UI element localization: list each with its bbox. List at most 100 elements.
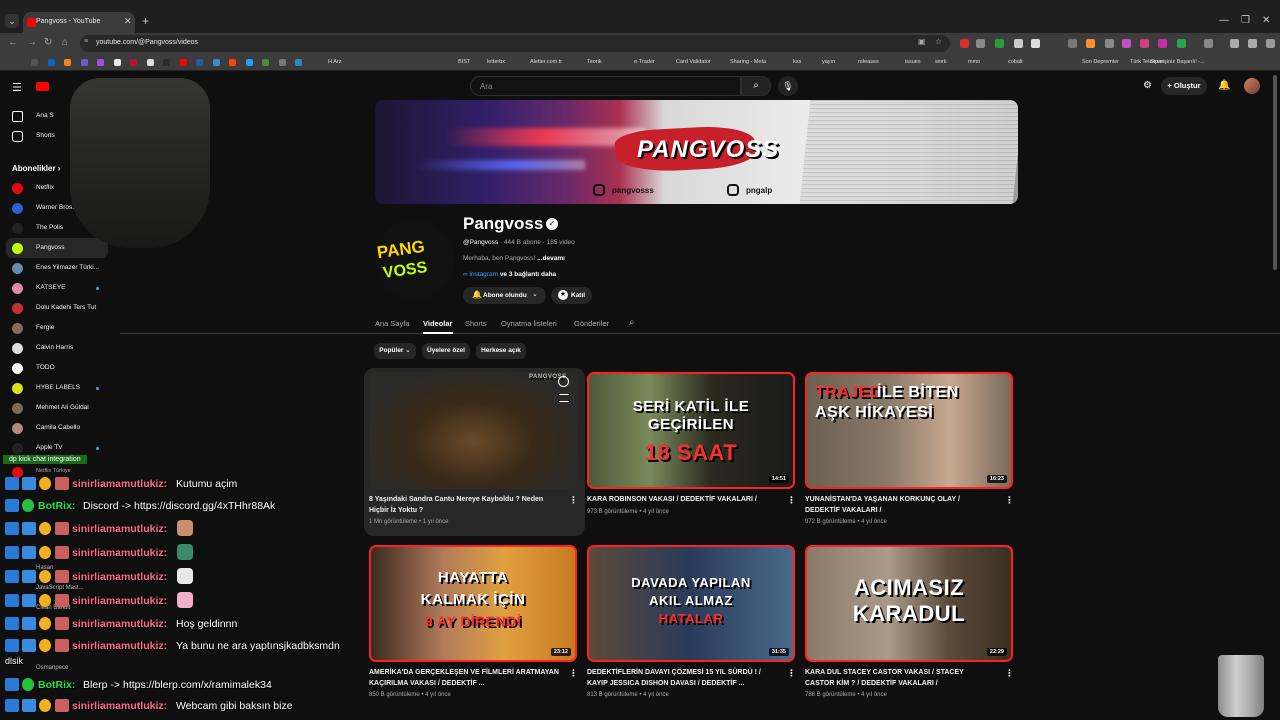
tab-shorts[interactable]: Shorts	[465, 319, 487, 328]
bookmark-icon[interactable]	[47, 59, 55, 66]
extension-icon[interactable]	[1230, 39, 1239, 48]
bookmark-item[interactable]: releases	[858, 59, 879, 65]
extension-icon[interactable]	[960, 39, 969, 48]
extension-icon[interactable]	[1068, 39, 1077, 48]
bookmark-icon[interactable]	[196, 59, 203, 66]
site-info-icon[interactable]: ≡	[84, 38, 88, 45]
extension-icon[interactable]	[1177, 39, 1186, 48]
bookmark-icon[interactable]	[295, 59, 302, 66]
more-options-icon[interactable]: ⋮	[787, 668, 796, 679]
bookmark-icon[interactable]	[245, 59, 253, 66]
extension-icon[interactable]	[1014, 39, 1023, 48]
chat-username[interactable]: sinirliamamutlukiz:	[72, 478, 167, 490]
menu-icon[interactable]: ☰	[12, 81, 22, 94]
extension-icon[interactable]	[1105, 39, 1114, 48]
bookmark-item[interactable]: work	[935, 59, 947, 65]
bookmark-item[interactable]: issues	[905, 59, 921, 65]
video-title[interactable]: YUNANİSTAN'DA YAŞANAN KORKUNÇ OLAY / DED…	[805, 495, 995, 516]
bookmark-item[interactable]: mmo	[968, 59, 980, 65]
subscriptions-heading[interactable]: Abonelikler ›	[12, 164, 60, 173]
close-tab-icon[interactable]: ✕	[124, 16, 132, 27]
browser-tab[interactable]: Pangvoss - YouTube ✕	[23, 12, 135, 33]
bookmark-icon[interactable]	[179, 59, 187, 66]
video-title[interactable]: KARA DUL STACEY CASTOR VAKASI / STACEY C…	[805, 668, 995, 689]
extension-icon[interactable]	[1086, 39, 1095, 48]
more-link[interactable]: ...devamı	[537, 255, 565, 262]
tab-home[interactable]: Ana Sayfa	[375, 319, 410, 328]
tab-videos[interactable]: Videolar	[423, 319, 452, 328]
video-thumbnail[interactable]: HAYATTA KALMAK İÇİN 9 AY DİRENDİ 23:12	[369, 545, 577, 662]
chat-username[interactable]: sinirliamamutlukiz:	[72, 640, 167, 652]
search-input[interactable]: Ara	[470, 76, 741, 96]
sidebar-item-subscription[interactable]: HYBE LABELS	[0, 378, 110, 398]
video-title[interactable]: KARA ROBINSON VAKASI / DEDEKTİF VAKALARI…	[587, 495, 777, 506]
sidebar-item-subscription[interactable]: TODO	[0, 358, 110, 378]
maximize-icon[interactable]: ❐	[1241, 15, 1250, 26]
extension-icon[interactable]	[1140, 39, 1149, 48]
bookmark-icon[interactable]	[163, 59, 170, 66]
instagram-link[interactable]: instagram	[469, 271, 498, 278]
tab-search-icon[interactable]: ⌄	[5, 14, 19, 28]
bookmark-item[interactable]: letterbx	[487, 59, 505, 65]
watch-later-icon[interactable]	[558, 376, 569, 387]
notifications-icon[interactable]: 🔔	[1218, 80, 1230, 91]
video-thumbnail[interactable]: ACIMASIZ KARADUL 22:29	[805, 545, 1013, 662]
bookmark-icon[interactable]	[212, 59, 220, 66]
extension-icon[interactable]	[1122, 39, 1131, 48]
bookmark-icon[interactable]	[113, 59, 121, 66]
youtube-logo-icon[interactable]	[36, 82, 49, 91]
new-tab-icon[interactable]: +	[142, 14, 149, 28]
filter-members-only[interactable]: Üyelere özel	[422, 343, 470, 359]
more-options-icon[interactable]: ⋮	[569, 495, 578, 506]
video-thumbnail[interactable]: DAVADA YAPILAN AKIL ALMAZ HATALAR 31:35	[587, 545, 795, 662]
sidebar-item-subscription[interactable]: Pangvoss	[6, 238, 108, 258]
sidebar-item-subscription[interactable]: Mehmet Ali Güldal	[0, 398, 110, 418]
extension-icon[interactable]	[995, 39, 1004, 48]
sidebar-item-subscription[interactable]: Calvin Harris	[0, 338, 110, 358]
video-thumbnail[interactable]: TRAJEDİ İLE BİTEN AŞK HİKAYESİ 16:23	[805, 372, 1013, 489]
video-thumbnail[interactable]: SERİ KATİL İLE GEÇİRİLEN 18 SAAT 14:51	[587, 372, 795, 489]
more-links[interactable]: ve 3 bağlantı daha	[500, 271, 556, 278]
subscribe-button[interactable]: 🔔 Abone olundu ⌄	[463, 287, 546, 304]
bookmark-item[interactable]: e-Trader	[634, 59, 655, 65]
extension-icon[interactable]	[1266, 39, 1275, 48]
mic-button[interactable]: 🎙	[778, 76, 798, 96]
back-icon[interactable]: ←	[8, 37, 18, 48]
channel-description[interactable]: Merhaba, ben Pangvoss! ...devamı	[463, 255, 565, 262]
video-title[interactable]: AMERİKA'DA GERÇEKLEŞEN VE FİLMLERİ ARATM…	[369, 668, 559, 689]
sidebar-item-subscription[interactable]: Fergie	[0, 318, 110, 338]
channel-links[interactable]: ∞ instagram ve 3 bağlantı daha	[463, 271, 556, 278]
address-bar[interactable]: ≡ youtube.com/@Pangvoss/videos ▣ ☆	[80, 35, 950, 52]
page-scrollbar[interactable]	[1273, 75, 1277, 270]
more-options-icon[interactable]: ⋮	[569, 668, 578, 679]
bookmark-item[interactable]: Card Validator	[676, 59, 711, 65]
more-options-icon[interactable]: ⋮	[1005, 668, 1014, 679]
cast-icon[interactable]: ⚙	[1143, 80, 1152, 91]
bookmark-item[interactable]: Sharing - Meta	[730, 59, 766, 65]
chat-username[interactable]: sinirliamamutlukiz:	[72, 595, 167, 607]
sidebar-item-subscription[interactable]: Camila Cabello	[0, 418, 110, 438]
sidebar-item-subscription[interactable]: Dolu Kadehi Ters Tut	[0, 298, 110, 318]
bookmark-icon[interactable]	[130, 59, 137, 66]
bookmark-item[interactable]: cobalt	[1008, 59, 1023, 65]
video-thumbnail[interactable]: PANGVOSS	[369, 372, 577, 489]
bookmark-icon[interactable]	[262, 59, 269, 66]
install-icon[interactable]: ▣	[918, 37, 926, 46]
account-avatar[interactable]	[1244, 78, 1260, 94]
bookmark-item[interactable]: Aletler.com.tr	[530, 59, 562, 65]
bookmark-item[interactable]: Siparişiniz Başarılı! -...	[1150, 59, 1205, 65]
tab-posts[interactable]: Gönderiler	[574, 319, 609, 328]
search-button[interactable]: ⌕	[741, 76, 771, 96]
minimize-icon[interactable]: —	[1219, 15, 1229, 26]
chat-username[interactable]: BotRix:	[38, 679, 75, 691]
video-title[interactable]: 8 Yaşındaki Sandra Cantu Nereye Kayboldu…	[369, 495, 559, 516]
extension-icon[interactable]	[1158, 39, 1167, 48]
bookmark-item[interactable]: Teorik	[587, 59, 602, 65]
bookmark-icon[interactable]	[146, 59, 154, 66]
extension-icon[interactable]	[976, 39, 985, 48]
bookmark-icon[interactable]	[97, 59, 104, 66]
add-to-queue-icon[interactable]	[559, 394, 569, 402]
more-options-icon[interactable]: ⋮	[787, 495, 796, 506]
bookmark-icon[interactable]	[80, 59, 88, 66]
forward-icon[interactable]: →	[27, 37, 37, 48]
